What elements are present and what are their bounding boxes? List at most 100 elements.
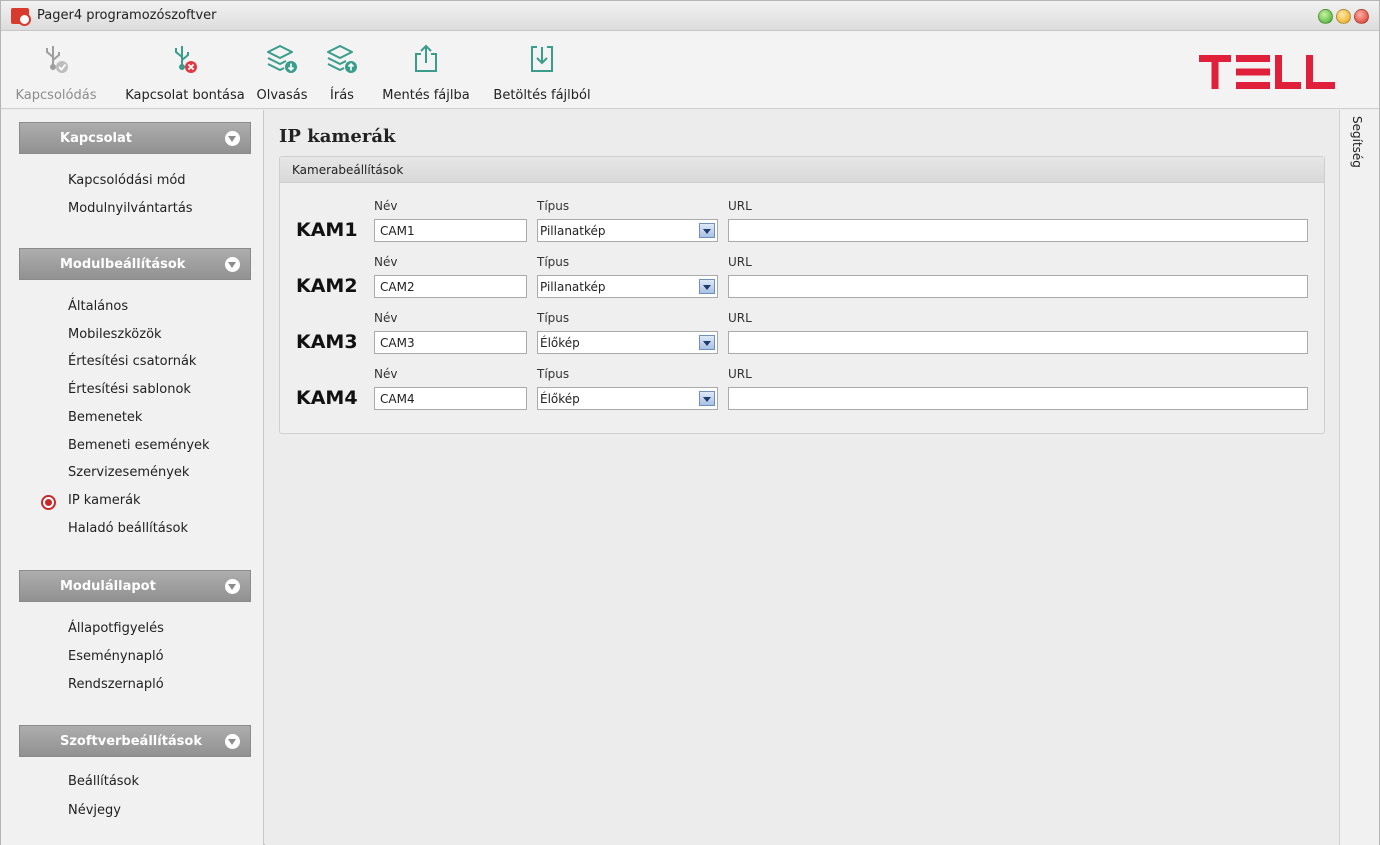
export-icon [415, 44, 437, 72]
sidebar-item-event-log[interactable]: Eseménynapló [68, 649, 164, 664]
section-header-szoftverbeallitasok[interactable]: Szoftverbeállítások [19, 725, 251, 757]
section-title: Modulállapot [60, 579, 156, 594]
camera-row: Név Típus URL KAM4 Élőkép [280, 367, 1324, 423]
app-window: Pager4 programozószoftver Kapcsolódás Ka… [0, 0, 1380, 845]
sidebar-item-connection-mode[interactable]: Kapcsolódási mód [68, 173, 186, 188]
dropdown-arrow-icon[interactable] [699, 335, 715, 350]
window-title: Pager4 programozószoftver [37, 8, 217, 23]
save-file-label: Mentés fájlba [382, 88, 470, 103]
section-header-modulbeallitasok[interactable]: Modulbeállítások [19, 248, 251, 280]
dropdown-arrow-icon[interactable] [699, 279, 715, 294]
sidebar: Kapcsolat Kapcsolódási mód Modulnyilvánt… [1, 110, 264, 845]
tell-logo [1199, 55, 1335, 89]
group-title: Kamerabeállítások [280, 157, 1324, 183]
camera-settings-group: Kamerabeállítások Név Típus URL KAM1 Pil… [279, 156, 1325, 434]
disconnect-button[interactable]: Kapcsolat bontása [119, 31, 251, 109]
camera-row: Név Típus URL KAM2 Pillanatkép [280, 255, 1324, 311]
camera-type-select[interactable]: Pillanatkép [537, 219, 718, 242]
close-button[interactable] [1354, 9, 1369, 24]
camera-type-select[interactable]: Pillanatkép [537, 275, 718, 298]
chevron-down-icon [225, 257, 240, 272]
chevron-down-icon [225, 734, 240, 749]
type-label: Típus [537, 311, 570, 325]
name-label: Név [374, 255, 398, 269]
page-title: IP kamerák [279, 126, 396, 147]
sidebar-item-notification-templates[interactable]: Értesítési sablonok [68, 382, 191, 397]
url-label: URL [728, 199, 752, 213]
dropdown-arrow-icon[interactable] [699, 391, 715, 406]
camera-url-input[interactable] [728, 219, 1308, 242]
type-label: Típus [537, 199, 570, 213]
camera-type-value: Pillanatkép [540, 280, 606, 294]
type-label: Típus [537, 367, 570, 381]
title-bar: Pager4 programozószoftver [1, 1, 1379, 31]
type-label: Típus [537, 255, 570, 269]
camera-name-input[interactable] [374, 387, 527, 410]
disconnect-label: Kapcsolat bontása [125, 88, 245, 103]
url-label: URL [728, 255, 752, 269]
sidebar-item-inputs[interactable]: Bemenetek [68, 410, 142, 425]
url-label: URL [728, 367, 752, 381]
camera-row: Név Típus URL KAM1 Pillanatkép [280, 199, 1324, 255]
app-icon [11, 8, 31, 26]
layers-write-icon [327, 45, 357, 73]
name-label: Név [374, 367, 398, 381]
sidebar-item-system-log[interactable]: Rendszernapló [68, 677, 164, 692]
minimize-button[interactable] [1336, 9, 1351, 24]
sidebar-item-mobile-devices[interactable]: Mobileszközök [68, 327, 162, 342]
import-icon [531, 46, 553, 72]
dropdown-arrow-icon[interactable] [699, 223, 715, 238]
sidebar-item-settings[interactable]: Beállítások [68, 774, 139, 789]
camera-url-input[interactable] [728, 331, 1308, 354]
read-label: Olvasás [256, 88, 308, 103]
camera-type-value: Élőkép [540, 392, 580, 406]
camera-url-input[interactable] [728, 387, 1308, 410]
section-title: Szoftverbeállítások [60, 734, 202, 749]
load-file-label: Betöltés fájlból [493, 88, 591, 103]
chevron-down-icon [225, 131, 240, 146]
connect-label: Kapcsolódás [15, 88, 97, 103]
help-label[interactable]: Segítség [1350, 116, 1364, 168]
name-label: Név [374, 199, 398, 213]
name-label: Név [374, 311, 398, 325]
load-file-button[interactable]: Betöltés fájlból [481, 31, 603, 109]
camera-id: KAM4 [296, 387, 358, 409]
sidebar-item-notification-channels[interactable]: Értesítési csatornák [68, 354, 196, 369]
sidebar-item-general[interactable]: Általános [68, 299, 128, 314]
camera-url-input[interactable] [728, 275, 1308, 298]
read-button[interactable]: Olvasás [251, 31, 313, 109]
toolbar: Kapcsolódás Kapcsolat bontása Olvasás Ír… [1, 31, 1379, 109]
usb-disconnect-icon [175, 46, 197, 73]
camera-name-input[interactable] [374, 275, 527, 298]
write-button[interactable]: Írás [317, 31, 367, 109]
camera-type-value: Pillanatkép [540, 224, 606, 238]
section-title: Modulbeállítások [60, 257, 186, 272]
help-panel-tab[interactable]: Segítség [1339, 110, 1379, 845]
main-content: IP kamerák Kamerabeállítások Név Típus U… [265, 110, 1339, 845]
section-title: Kapcsolat [60, 131, 132, 146]
sidebar-item-service-events[interactable]: Szervizesemények [68, 465, 189, 480]
section-header-kapcsolat[interactable]: Kapcsolat [19, 122, 251, 154]
chevron-down-icon [225, 579, 240, 594]
sidebar-item-advanced-settings[interactable]: Haladó beállítások [68, 521, 188, 536]
save-file-button[interactable]: Mentés fájlba [371, 31, 481, 109]
camera-row: Név Típus URL KAM3 Élőkép [280, 311, 1324, 367]
camera-name-input[interactable] [374, 331, 527, 354]
window-controls [1318, 9, 1369, 24]
connect-button[interactable]: Kapcsolódás [1, 31, 111, 109]
camera-type-select[interactable]: Élőkép [537, 331, 718, 354]
camera-id: KAM3 [296, 331, 358, 353]
sidebar-item-input-events[interactable]: Bemeneti események [68, 438, 210, 453]
active-indicator-icon [41, 495, 56, 510]
sidebar-item-status-monitor[interactable]: Állapotfigyelés [68, 621, 164, 636]
sidebar-item-module-registry[interactable]: Modulnyilvántartás [68, 201, 193, 216]
write-label: Írás [330, 88, 354, 103]
camera-id: KAM2 [296, 275, 358, 297]
camera-type-select[interactable]: Élőkép [537, 387, 718, 410]
camera-name-input[interactable] [374, 219, 527, 242]
camera-id: KAM1 [296, 219, 358, 241]
maximize-button[interactable] [1318, 9, 1333, 24]
sidebar-item-about[interactable]: Névjegy [68, 803, 121, 818]
sidebar-item-ip-cameras[interactable]: IP kamerák [68, 493, 141, 508]
section-header-modulallapot[interactable]: Modulállapot [19, 570, 251, 602]
